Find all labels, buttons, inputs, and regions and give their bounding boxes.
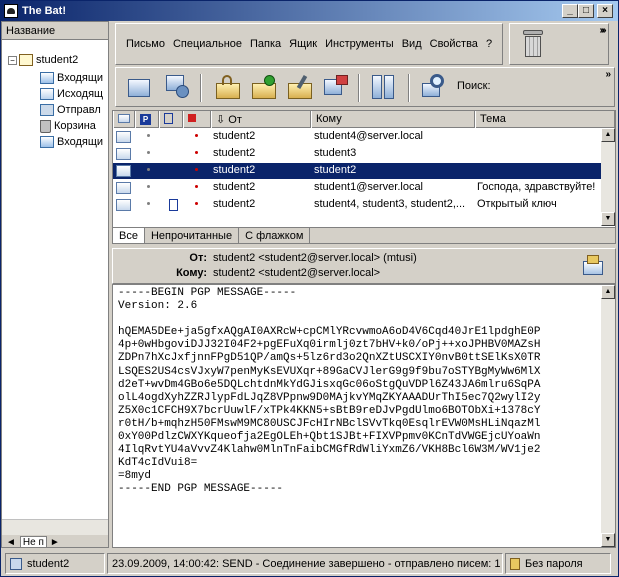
message-header: От: student2 <student2@server.local> (mt…: [112, 248, 616, 284]
scroll-down-icon[interactable]: ▼: [601, 212, 615, 226]
sent-folder-icon: [40, 104, 54, 116]
outbox-icon: [40, 88, 54, 100]
menu-view[interactable]: Вид: [402, 38, 422, 50]
tab-scroll-right-icon[interactable]: ►: [47, 537, 63, 548]
table-row[interactable]: student2 student3: [113, 146, 601, 162]
menu-help[interactable]: ?: [486, 38, 492, 50]
envelope-icon: [116, 199, 131, 211]
the-bat-logo-icon: [4, 4, 18, 18]
priority-icon: P: [140, 114, 151, 125]
column-to[interactable]: Кому: [311, 111, 475, 128]
tree-tab[interactable]: Не п: [19, 535, 47, 547]
add-folder-icon[interactable]: [250, 73, 278, 101]
search-label: Поиск:: [457, 80, 491, 92]
folder-tree: Название − student2 Входящи Исходящ Отпр…: [1, 21, 109, 548]
trash-icon: [40, 119, 51, 133]
message-body-scrollbar[interactable]: ▲ ▼: [601, 285, 615, 547]
tab-scroll-left-icon[interactable]: ◄: [2, 537, 20, 548]
tree-folder-outbox[interactable]: Исходящ: [40, 86, 103, 102]
status-account[interactable]: student2: [5, 553, 105, 574]
new-folder-lock-icon[interactable]: [214, 73, 242, 101]
message-list: P ⇩ От Кому Тема student2 student4@serve…: [112, 110, 616, 244]
folder-tree-header[interactable]: Название: [2, 22, 108, 40]
table-row[interactable]: student2 student4, student3, student2,..…: [113, 197, 601, 213]
scroll-down-icon[interactable]: ▼: [601, 533, 615, 547]
to-label: Кому:: [176, 267, 207, 279]
message-text[interactable]: -----BEGIN PGP MESSAGE----- Version: 2.6…: [113, 285, 615, 499]
attachment-icon: [164, 113, 173, 124]
tree-folder-inbox[interactable]: Входящи: [40, 70, 103, 86]
collapse-toggle-icon[interactable]: −: [8, 55, 17, 65]
scroll-up-icon[interactable]: ▲: [601, 128, 615, 142]
minimize-button[interactable]: _: [562, 4, 578, 18]
tree-folder-trash[interactable]: Корзина: [40, 118, 96, 134]
from-label: От:: [189, 252, 207, 264]
empty-trash-icon[interactable]: [522, 30, 544, 58]
column-priority[interactable]: P: [135, 111, 159, 128]
address-book-icon[interactable]: [322, 73, 350, 101]
get-mail-icon[interactable]: [126, 73, 154, 101]
message-body[interactable]: -----BEGIN PGP MESSAGE----- Version: 2.6…: [112, 284, 616, 548]
column-subject[interactable]: Тема: [475, 111, 615, 128]
status-password[interactable]: Без пароля: [505, 553, 611, 574]
trash-toolbar: »: [509, 23, 609, 65]
tree-horizontal-scrollbar[interactable]: [2, 519, 108, 535]
menu-overflow-icon[interactable]: »: [601, 25, 607, 36]
sort-icon: ⇩: [216, 114, 229, 126]
to-value[interactable]: student2 <student2@server.local>: [213, 267, 380, 279]
account-icon: [10, 557, 22, 570]
maximize-button[interactable]: □: [578, 4, 594, 18]
tree-tabs: ◄ Не п ►: [2, 535, 108, 548]
column-attachment[interactable]: [159, 111, 183, 128]
tab-all[interactable]: Все: [113, 228, 145, 243]
tree-folder-sent[interactable]: Отправл: [40, 102, 101, 118]
column-flag[interactable]: [183, 111, 211, 128]
tree-account[interactable]: − student2: [8, 52, 78, 68]
message-list-header: P ⇩ От Кому Тема: [113, 111, 615, 128]
status-bar: student2 23.09.2009, 14:00:42: SEND - Со…: [1, 551, 618, 576]
menu-bar: Письмо Специальное Папка Ящик Инструмент…: [115, 23, 503, 65]
envelope-icon: [118, 114, 130, 123]
menu-properties[interactable]: Свойства: [430, 38, 478, 50]
message-properties-icon[interactable]: [581, 255, 605, 277]
message-list-scrollbar[interactable]: ▲ ▼: [601, 128, 615, 226]
window-title: The Bat!: [22, 5, 66, 17]
envelope-icon: [116, 148, 131, 160]
menu-folder[interactable]: Папка: [250, 38, 281, 50]
filter-sorting-icon[interactable]: [370, 73, 398, 101]
table-row-selected[interactable]: student2 student2: [113, 163, 601, 179]
flag-icon: [188, 114, 196, 122]
tab-unread[interactable]: Непрочитанные: [145, 228, 240, 243]
table-row[interactable]: student2 student4@server.local: [113, 129, 601, 145]
attachment-icon: [169, 199, 178, 211]
inbox-icon: [40, 136, 54, 148]
envelope-icon: [116, 165, 131, 177]
table-row[interactable]: student2 student1@server.local Господа, …: [113, 180, 601, 196]
main-window: The Bat! _ □ × Название − student2 Входя…: [0, 0, 619, 577]
title-bar: The Bat! _ □ ×: [1, 1, 618, 21]
envelope-icon: [116, 131, 131, 143]
menu-message[interactable]: Письмо: [126, 38, 165, 50]
menu-special[interactable]: Специальное: [173, 38, 242, 50]
tree-folder-inbox-2[interactable]: Входящи: [40, 134, 103, 150]
tab-flagged[interactable]: С флажком: [239, 228, 311, 243]
main-toolbar: »: [115, 67, 615, 107]
envelope-icon: [116, 182, 131, 194]
menu-mailbox[interactable]: Ящик: [289, 38, 317, 50]
account-folder-icon: [19, 54, 33, 66]
column-from[interactable]: ⇩ От: [211, 111, 311, 128]
search-icon[interactable]: [420, 73, 448, 101]
menu-tools[interactable]: Инструменты: [325, 38, 394, 50]
lock-icon: [510, 557, 520, 570]
message-filter-tabs: Все Непрочитанные С флажком: [113, 227, 615, 243]
status-message: 23.09.2009, 14:00:42: SEND - Соединение …: [107, 553, 503, 574]
scroll-up-icon[interactable]: ▲: [601, 285, 615, 299]
inbox-icon: [40, 72, 54, 84]
send-queue-icon[interactable]: [164, 73, 192, 101]
toolbar-overflow-icon[interactable]: »: [605, 69, 611, 80]
from-value[interactable]: student2 <student2@server.local> (mtusi): [213, 252, 417, 264]
column-status[interactable]: [113, 111, 135, 128]
close-button[interactable]: ×: [597, 4, 613, 18]
folder-properties-icon[interactable]: [286, 73, 314, 101]
